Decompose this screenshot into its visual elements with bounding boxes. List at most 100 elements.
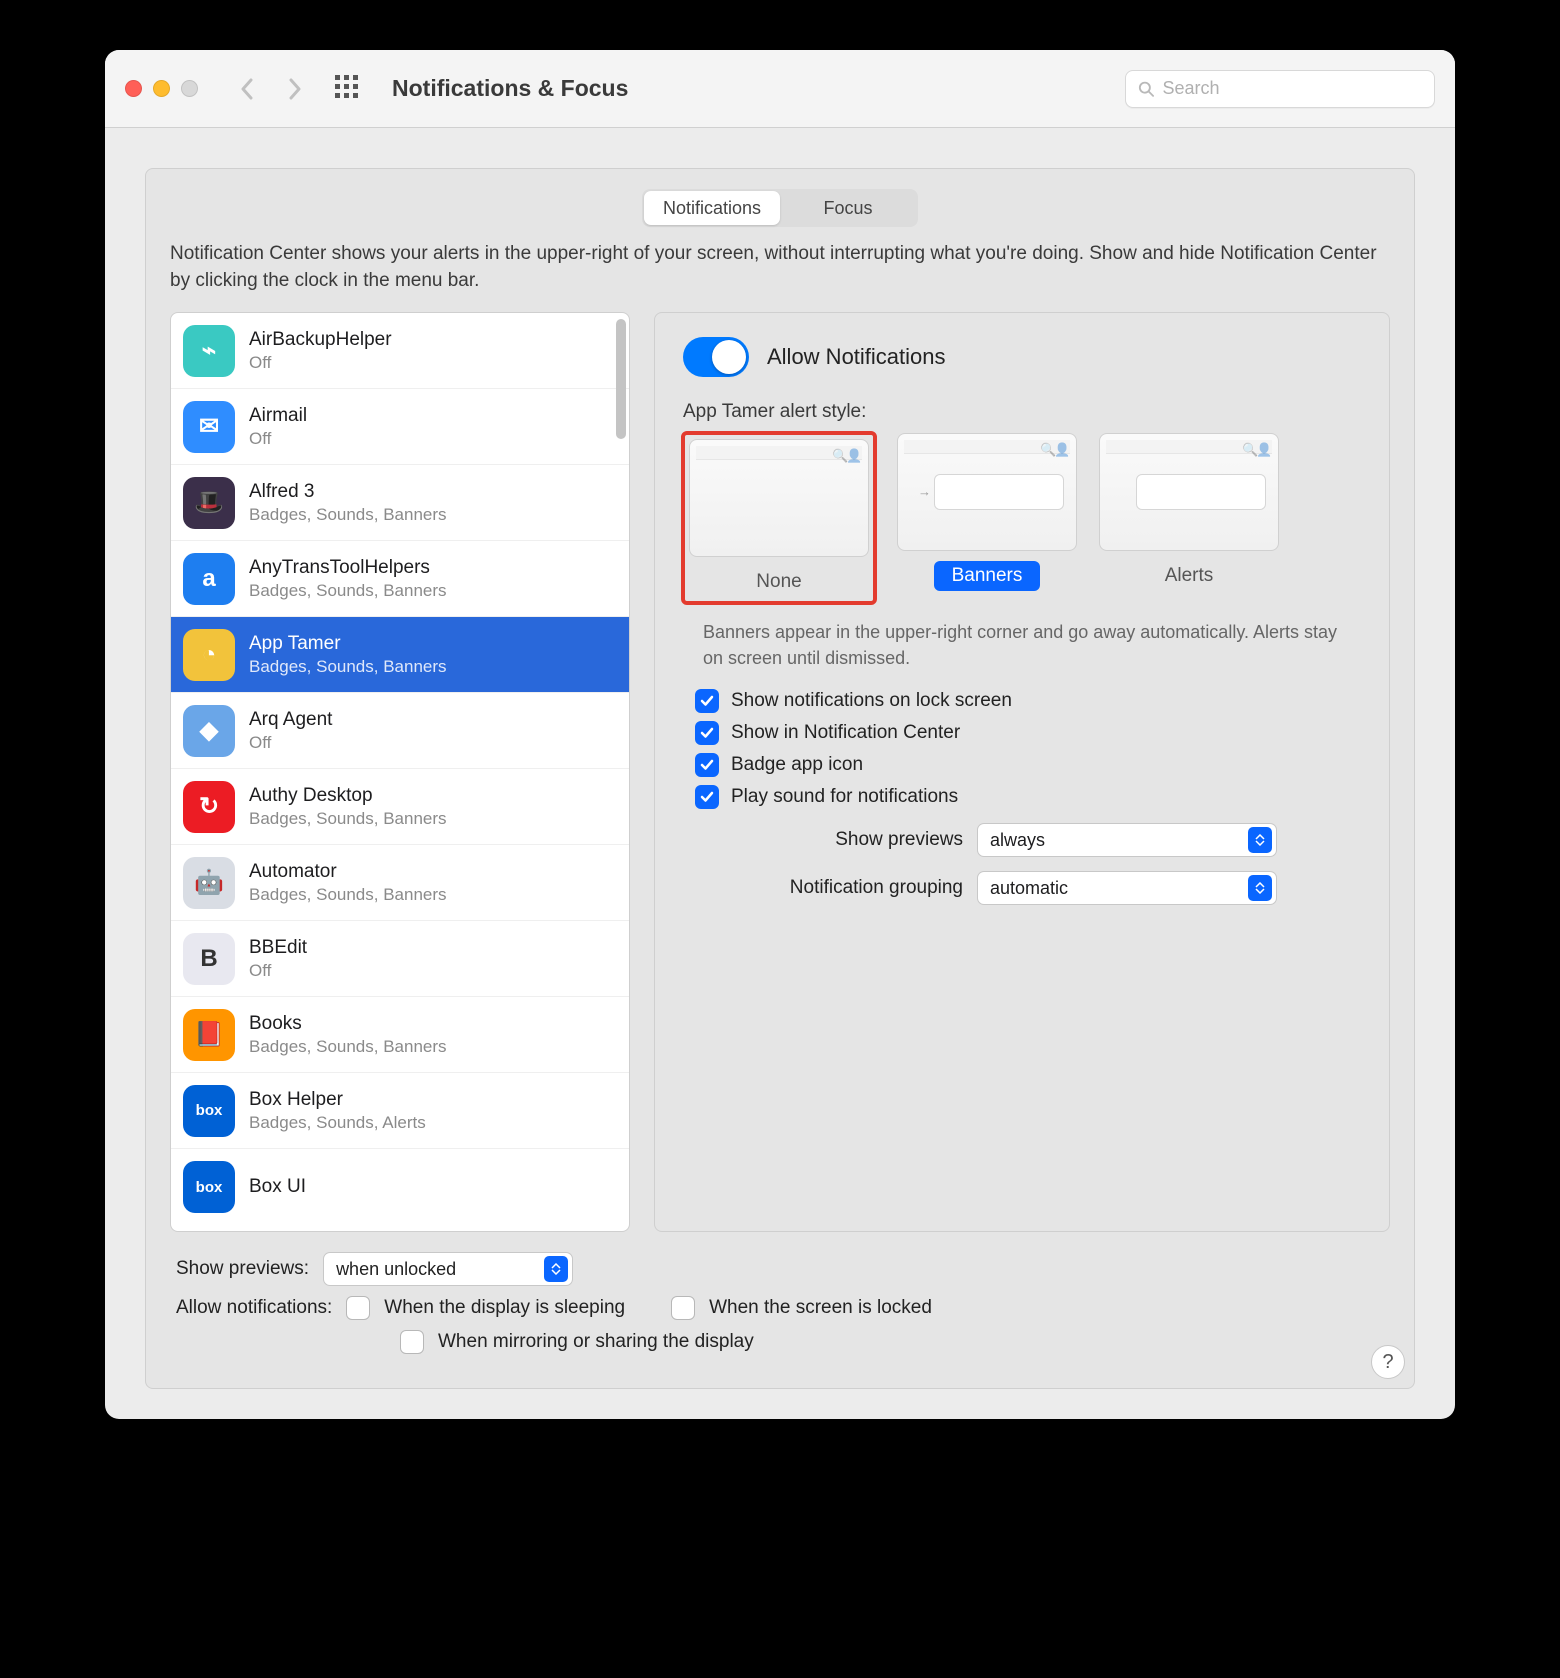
app-detail-panel: Allow Notifications App Tamer alert styl… [654,312,1390,1232]
app-row[interactable]: a AnyTransToolHelpersBadges, Sounds, Bann… [171,541,629,617]
show-all-button[interactable] [334,74,360,103]
tab-focus[interactable]: Focus [780,191,916,225]
inner-panel: Notifications Focus Notification Center … [145,168,1415,1389]
app-subtitle: Badges, Sounds, Banners [249,656,447,677]
app-row[interactable]: ⌁ AirBackupHelperOff [171,313,629,389]
app-row[interactable]: ↻Authy DesktopBadges, Sounds, Banners [171,769,629,845]
checkbox-checked-icon [695,785,719,809]
chevron-right-icon [288,78,302,100]
app-row[interactable]: ✉AirmailOff [171,389,629,465]
preferences-window: Notifications & Focus Notifications Focu… [105,50,1455,1419]
check-badge-icon[interactable]: Badge app icon [695,753,1361,777]
minimize-button[interactable] [153,80,170,97]
checkbox-checked-icon [695,689,719,713]
app-name: Box Helper [249,1088,426,1112]
alert-style-none-thumb: 🔍👤 [689,439,869,557]
check-screen-locked[interactable] [671,1296,695,1320]
alert-style-alerts-thumb: 🔍👤 [1099,433,1279,551]
app-row[interactable]: 📕 BooksBadges, Sounds, Banners [171,997,629,1073]
app-name: Automator [249,860,447,884]
notification-grouping-select[interactable]: automatic [977,871,1277,905]
forward-button[interactable] [278,72,312,106]
global-show-previews-select[interactable]: when unlocked [323,1252,573,1286]
zoom-button[interactable] [181,80,198,97]
app-subtitle: Badges, Sounds, Banners [249,884,447,905]
check-play-sound[interactable]: Play sound for notifications [695,785,1361,809]
scrollbar[interactable] [616,319,626,439]
app-subtitle: Off [249,732,332,753]
bottom-controls: Show previews: when unlocked Allow notif… [170,1252,1390,1354]
chevron-left-icon [240,78,254,100]
window-controls [125,80,198,97]
app-name: Arq Agent [249,708,332,732]
app-row[interactable]: ◔ App TamerBadges, Sounds, Banners [171,617,629,693]
alert-style-description: Banners appear in the upper-right corner… [703,619,1361,671]
tab-notifications[interactable]: Notifications [644,191,780,225]
window-title: Notifications & Focus [392,75,628,102]
grid-icon [334,74,360,100]
app-icon: box [183,1085,235,1137]
app-row[interactable]: B BBEditOff [171,921,629,997]
app-subtitle: Badges, Sounds, Banners [249,1036,447,1057]
checkbox-checked-icon [695,753,719,777]
app-icon: box [183,1161,235,1213]
app-name: AnyTransToolHelpers [249,556,447,580]
alert-style-none-label: None [738,567,819,597]
description-text: Notification Center shows your alerts in… [170,241,1390,294]
select-arrows-icon [1248,875,1272,901]
app-subtitle: Off [249,428,307,449]
app-icon: ◆ [183,705,235,757]
notification-grouping-label: Notification grouping [743,877,963,899]
app-icon: ◔ [183,629,235,681]
show-previews-label: Show previews [743,829,963,851]
titlebar: Notifications & Focus [105,50,1455,128]
tab-control: Notifications Focus [642,189,918,227]
app-subtitle: Off [249,960,307,981]
app-subtitle: Badges, Sounds, Banners [249,504,447,525]
app-name: Alfred 3 [249,480,447,504]
app-subtitle: Off [249,352,392,373]
app-subtitle: Badges, Sounds, Banners [249,580,447,601]
app-name: Airmail [249,404,307,428]
alert-style-banners-label: Banners [934,561,1041,591]
content-area: Notifications Focus Notification Center … [105,128,1455,1419]
back-button[interactable] [230,72,264,106]
app-name: Books [249,1012,447,1036]
app-icon: 📕 [183,1009,235,1061]
allow-notifications-toggle[interactable] [683,337,749,377]
app-row[interactable]: 🤖 AutomatorBadges, Sounds, Banners [171,845,629,921]
search-icon [1138,80,1154,98]
app-name: App Tamer [249,632,447,656]
check-display-sleeping-label: When the display is sleeping [384,1297,625,1319]
search-field[interactable] [1125,70,1435,108]
app-icon: 🤖 [183,857,235,909]
app-name: Box UI [249,1175,306,1199]
app-name: Authy Desktop [249,784,447,808]
alert-style-banners[interactable]: 🔍👤 → Banners [897,433,1077,603]
app-subtitle: Badges, Sounds, Alerts [249,1112,426,1133]
app-icon: B [183,933,235,985]
app-row[interactable]: 🎩Alfred 3Badges, Sounds, Banners [171,465,629,541]
show-previews-select[interactable]: always [977,823,1277,857]
app-icon: ⌁ [183,325,235,377]
alert-style-banners-thumb: 🔍👤 → [897,433,1077,551]
close-button[interactable] [125,80,142,97]
app-row[interactable]: box Box UI [171,1149,629,1225]
app-row[interactable]: box Box HelperBadges, Sounds, Alerts [171,1073,629,1149]
select-arrows-icon [544,1256,568,1282]
check-mirroring[interactable] [400,1330,424,1354]
app-icon: a [183,553,235,605]
app-name: BBEdit [249,936,307,960]
checkbox-checked-icon [695,721,719,745]
app-name: AirBackupHelper [249,328,392,352]
help-button[interactable]: ? [1371,1345,1405,1379]
check-display-sleeping[interactable] [346,1296,370,1320]
allow-notifications-label: Allow Notifications [767,344,946,370]
search-input[interactable] [1162,78,1422,99]
check-notification-center[interactable]: Show in Notification Center [695,721,1361,745]
app-row[interactable]: ◆ Arq AgentOff [171,693,629,769]
app-subtitle: Badges, Sounds, Banners [249,808,447,829]
alert-style-none[interactable]: 🔍👤 None [683,433,875,603]
alert-style-alerts[interactable]: 🔍👤 Alerts [1099,433,1279,603]
check-lock-screen[interactable]: Show notifications on lock screen [695,689,1361,713]
